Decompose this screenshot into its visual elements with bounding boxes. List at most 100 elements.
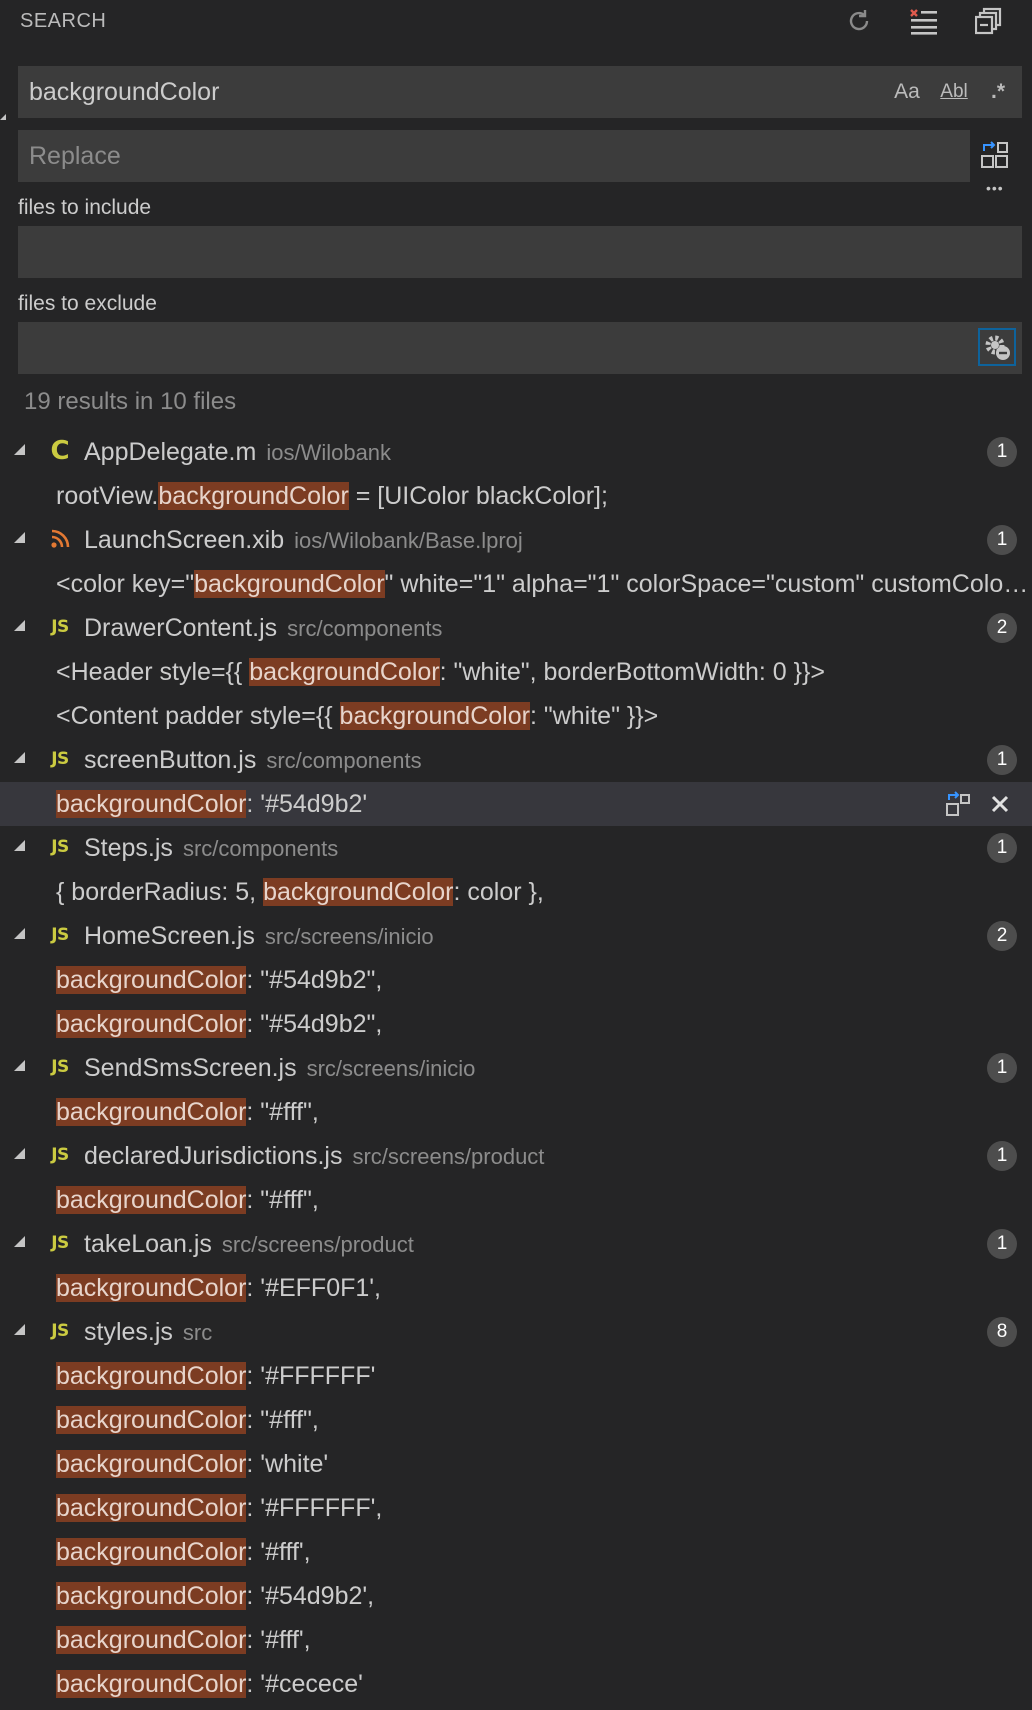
- regex-icon[interactable]: .*: [983, 76, 1013, 108]
- match-text[interactable]: backgroundColor: "#fff",: [56, 1178, 1032, 1222]
- dismiss-close-icon[interactable]: [986, 790, 1014, 818]
- expand-twistie-icon[interactable]: [14, 1324, 25, 1335]
- match-after: : color },: [453, 878, 544, 906]
- expand-twistie-icon[interactable]: [14, 1148, 25, 1159]
- match-text[interactable]: <Content padder style={{ backgroundColor…: [56, 694, 1032, 738]
- match-text[interactable]: backgroundColor: '#EFF0F1',: [56, 1266, 1032, 1310]
- expand-twistie-icon[interactable]: [14, 444, 25, 455]
- file-row[interactable]: C AppDelegate.m ios/Wilobank 1: [0, 430, 1032, 474]
- expand-twistie-icon[interactable]: [14, 1060, 25, 1071]
- match-text[interactable]: <color key="backgroundColor" white="1" a…: [56, 562, 1032, 606]
- match-count-badge: 8: [987, 1317, 1017, 1347]
- match-whole-word-icon[interactable]: Abl: [939, 76, 969, 108]
- file-path: src/screens/product: [221, 1232, 414, 1257]
- match-text[interactable]: backgroundColor: '#FFFFFF': [56, 1354, 1032, 1398]
- js-file-icon: JS: [46, 920, 74, 950]
- match-row[interactable]: backgroundColor: '#FFFFFF': [0, 1354, 1032, 1398]
- match-text[interactable]: rootView.backgroundColor = [UIColor blac…: [56, 474, 1032, 518]
- match-row[interactable]: <Content padder style={{ backgroundColor…: [0, 694, 1032, 738]
- file-row[interactable]: JS takeLoan.js src/screens/product 1: [0, 1222, 1032, 1266]
- match-text[interactable]: <Header style={{ backgroundColor: "white…: [56, 650, 1032, 694]
- expand-twistie-icon[interactable]: [14, 532, 25, 543]
- file-name[interactable]: SendSmsScreen.js src/screens/inicio: [84, 1046, 475, 1091]
- match-row[interactable]: backgroundColor: '#54d9b2': [0, 782, 1032, 826]
- match-highlight: backgroundColor: [56, 1362, 247, 1390]
- file-name[interactable]: styles.js src: [84, 1310, 212, 1355]
- collapse-all-icon[interactable]: [972, 6, 1006, 36]
- refresh-icon[interactable]: [842, 6, 876, 36]
- match-count-badge: 1: [987, 833, 1017, 863]
- match-row[interactable]: backgroundColor: "#fff",: [0, 1398, 1032, 1442]
- match-text[interactable]: backgroundColor: '#fff',: [56, 1618, 1032, 1662]
- match-row[interactable]: { borderRadius: 5, backgroundColor: colo…: [0, 870, 1032, 914]
- match-text[interactable]: backgroundColor: "#fff",: [56, 1398, 1032, 1442]
- file-row[interactable]: JS screenButton.js src/components 1: [0, 738, 1032, 782]
- file-name[interactable]: takeLoan.js src/screens/product: [84, 1222, 414, 1267]
- file-row[interactable]: JS Steps.js src/components 1: [0, 826, 1032, 870]
- file-name[interactable]: Steps.js src/components: [84, 826, 338, 871]
- match-row[interactable]: <color key="backgroundColor" white="1" a…: [0, 562, 1032, 606]
- match-row[interactable]: backgroundColor: "#54d9b2",: [0, 958, 1032, 1002]
- match-row[interactable]: <Header style={{ backgroundColor: "white…: [0, 650, 1032, 694]
- match-after: : '#fff',: [246, 1538, 311, 1566]
- match-text[interactable]: backgroundColor: '#FFFFFF',: [56, 1486, 1032, 1530]
- file-row[interactable]: JS HomeScreen.js src/screens/inicio 2: [0, 914, 1032, 958]
- toggle-details-icon[interactable]: •••: [986, 180, 1004, 196]
- c-file-icon: C: [46, 436, 74, 466]
- match-text[interactable]: backgroundColor: 'white': [56, 1442, 1032, 1486]
- match-row[interactable]: backgroundColor: '#fff',: [0, 1530, 1032, 1574]
- search-input[interactable]: backgroundColor Aa Abl .*: [18, 66, 1022, 118]
- use-exclude-settings-icon[interactable]: [978, 328, 1016, 366]
- expand-twistie-icon[interactable]: [14, 840, 25, 851]
- expand-twistie-icon[interactable]: [14, 752, 25, 763]
- file-name[interactable]: LaunchScreen.xib ios/Wilobank/Base.lproj: [84, 518, 523, 563]
- match-row[interactable]: backgroundColor: '#fff',: [0, 1618, 1032, 1662]
- file-name[interactable]: screenButton.js src/components: [84, 738, 422, 783]
- match-highlight: backgroundColor: [249, 658, 440, 686]
- clear-results-icon[interactable]: [907, 6, 941, 36]
- match-row[interactable]: backgroundColor: "#54d9b2",: [0, 1002, 1032, 1046]
- match-row[interactable]: backgroundColor: '#FFFFFF',: [0, 1486, 1032, 1530]
- match-row[interactable]: rootView.backgroundColor = [UIColor blac…: [0, 474, 1032, 518]
- file-name[interactable]: declaredJurisdictions.js src/screens/prod…: [84, 1134, 544, 1179]
- replace-input[interactable]: Replace: [18, 130, 970, 182]
- match-text[interactable]: backgroundColor: '#cecece': [56, 1662, 1032, 1706]
- match-row[interactable]: backgroundColor: 'white': [0, 1442, 1032, 1486]
- file-name[interactable]: DrawerContent.js src/components: [84, 606, 442, 651]
- match-row[interactable]: backgroundColor: "#fff",: [0, 1178, 1032, 1222]
- match-before: <Header style={{: [56, 658, 250, 686]
- file-path: ios/Wilobank: [266, 440, 392, 465]
- match-text[interactable]: backgroundColor: '#54d9b2',: [56, 1574, 1032, 1618]
- file-row[interactable]: JS DrawerContent.js src/components 2: [0, 606, 1032, 650]
- replace-all-icon[interactable]: [978, 140, 1012, 170]
- match-text[interactable]: backgroundColor: '#54d9b2': [56, 782, 932, 826]
- match-count-badge: 1: [987, 1229, 1017, 1259]
- match-row[interactable]: backgroundColor: '#EFF0F1',: [0, 1266, 1032, 1310]
- match-highlight: backgroundColor: [56, 1538, 247, 1566]
- file-row[interactable]: JS SendSmsScreen.js src/screens/inicio 1: [0, 1046, 1032, 1090]
- expand-twistie-icon[interactable]: [14, 928, 25, 939]
- match-row[interactable]: backgroundColor: "#fff",: [0, 1090, 1032, 1134]
- file-name[interactable]: AppDelegate.m ios/Wilobank: [84, 430, 391, 475]
- match-after: = [UIColor blackColor];: [348, 482, 608, 510]
- expand-twistie-icon[interactable]: [14, 620, 25, 631]
- match-case-icon[interactable]: Aa: [892, 76, 922, 108]
- match-text[interactable]: backgroundColor: "#fff",: [56, 1090, 1032, 1134]
- file-row[interactable]: LaunchScreen.xib ios/Wilobank/Base.lproj 1: [0, 518, 1032, 562]
- match-text[interactable]: { borderRadius: 5, backgroundColor: colo…: [56, 870, 1032, 914]
- match-text[interactable]: backgroundColor: "#54d9b2",: [56, 958, 1032, 1002]
- replace-toggle-icon[interactable]: [0, 114, 6, 120]
- include-input[interactable]: [18, 226, 1022, 278]
- file-name[interactable]: HomeScreen.js src/screens/inicio: [84, 914, 434, 959]
- expand-twistie-icon[interactable]: [14, 1236, 25, 1247]
- file-row[interactable]: JS styles.js src 8: [0, 1310, 1032, 1354]
- match-row[interactable]: backgroundColor: '#cecece': [0, 1662, 1032, 1706]
- exclude-input[interactable]: [18, 322, 1022, 374]
- replace-icon[interactable]: [944, 790, 972, 818]
- file-name-label: declaredJurisdictions.js: [84, 1142, 343, 1170]
- match-text[interactable]: backgroundColor: '#fff',: [56, 1530, 1032, 1574]
- file-row[interactable]: JS declaredJurisdictions.js src/screens/pr…: [0, 1134, 1032, 1178]
- file-name-label: SendSmsScreen.js: [84, 1054, 297, 1082]
- match-text[interactable]: backgroundColor: "#54d9b2",: [56, 1002, 1032, 1046]
- match-row[interactable]: backgroundColor: '#54d9b2',: [0, 1574, 1032, 1618]
